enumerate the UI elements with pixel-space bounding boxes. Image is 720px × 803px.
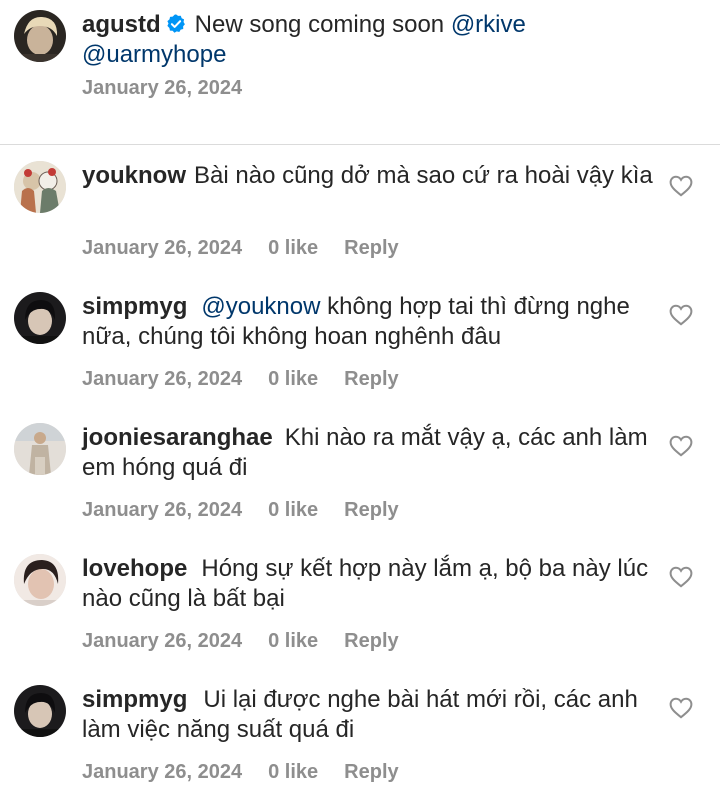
comment-meta: January 26, 2024 0 like Reply: [82, 237, 399, 260]
avatar[interactable]: [14, 423, 66, 475]
heart-outline-icon[interactable]: [669, 175, 693, 197]
avatar[interactable]: [14, 10, 66, 62]
comment-meta: January 26, 2024 0 like Reply: [82, 630, 399, 653]
timestamp: January 26, 2024: [82, 630, 243, 652]
comment-body: lovehope Hóng sự kết hợp này lắm ạ, bộ ba…: [82, 554, 660, 614]
username[interactable]: youknow: [82, 162, 186, 189]
comment: lovehope Hóng sự kết hợp này lắm ạ, bộ ba…: [0, 544, 720, 672]
reply-button[interactable]: Reply: [344, 368, 398, 390]
comment: simpmyg @youknow không hợp tai thì đừng n…: [0, 282, 720, 410]
reply-button[interactable]: Reply: [344, 630, 398, 652]
mention-link[interactable]: @youknow: [201, 293, 320, 320]
like-count[interactable]: 0 like: [268, 237, 318, 259]
timestamp: January 26, 2024: [82, 77, 243, 99]
username[interactable]: jooniesaranghae: [82, 424, 273, 451]
comment-body: jooniesaranghae Khi nào ra mắt vậy ạ, các…: [82, 423, 660, 483]
timestamp: January 26, 2024: [82, 499, 243, 521]
comment-body: simpmyg Ui lại được nghe bài hát mới rồi,…: [82, 685, 660, 745]
caption-meta: January 26, 2024: [82, 77, 268, 100]
mention-link[interactable]: @rkive: [451, 11, 526, 38]
avatar[interactable]: [14, 161, 66, 213]
heart-outline-icon[interactable]: [669, 304, 693, 326]
like-count[interactable]: 0 like: [268, 368, 318, 390]
username[interactable]: simpmyg: [82, 686, 187, 713]
comment-body: simpmyg @youknow không hợp tai thì đừng n…: [82, 292, 660, 352]
comment-text: Bài nào cũng dở mà sao cứ ra hoài vậy kì…: [194, 162, 653, 189]
timestamp: January 26, 2024: [82, 237, 243, 259]
like-count[interactable]: 0 like: [268, 630, 318, 652]
comment: jooniesaranghae Khi nào ra mắt vậy ạ, các…: [0, 413, 720, 541]
mention-link[interactable]: @uarmyhope: [82, 41, 226, 68]
username[interactable]: agustd: [82, 11, 161, 38]
like-count[interactable]: 0 like: [268, 499, 318, 521]
username[interactable]: lovehope: [82, 555, 187, 582]
caption-body: agustd New song coming soon @rkive @uarmy…: [82, 10, 682, 70]
comment-meta: January 26, 2024 0 like Reply: [82, 499, 399, 522]
comment: youknow Bài nào cũng dở mà sao cứ ra hoài…: [0, 151, 720, 279]
reply-button[interactable]: Reply: [344, 499, 398, 521]
caption-text: New song coming soon: [194, 11, 445, 38]
verified-badge-icon: [167, 14, 185, 33]
post-caption: agustd New song coming soon @rkive @uarmy…: [0, 0, 720, 140]
comment-meta: January 26, 2024 0 like Reply: [82, 761, 399, 784]
heart-outline-icon[interactable]: [669, 566, 693, 588]
comment: simpmyg Ui lại được nghe bài hát mới rồi,…: [0, 675, 720, 803]
divider: [0, 144, 720, 145]
like-count[interactable]: 0 like: [268, 761, 318, 783]
comment-body: youknow Bài nào cũng dở mà sao cứ ra hoài…: [82, 161, 660, 191]
heart-outline-icon[interactable]: [669, 697, 693, 719]
reply-button[interactable]: Reply: [344, 761, 398, 783]
reply-button[interactable]: Reply: [344, 237, 398, 259]
avatar[interactable]: [14, 554, 66, 606]
avatar[interactable]: [14, 292, 66, 344]
timestamp: January 26, 2024: [82, 761, 243, 783]
username[interactable]: simpmyg: [82, 293, 187, 320]
timestamp: January 26, 2024: [82, 368, 243, 390]
comment-meta: January 26, 2024 0 like Reply: [82, 368, 399, 391]
avatar[interactable]: [14, 685, 66, 737]
heart-outline-icon[interactable]: [669, 435, 693, 457]
